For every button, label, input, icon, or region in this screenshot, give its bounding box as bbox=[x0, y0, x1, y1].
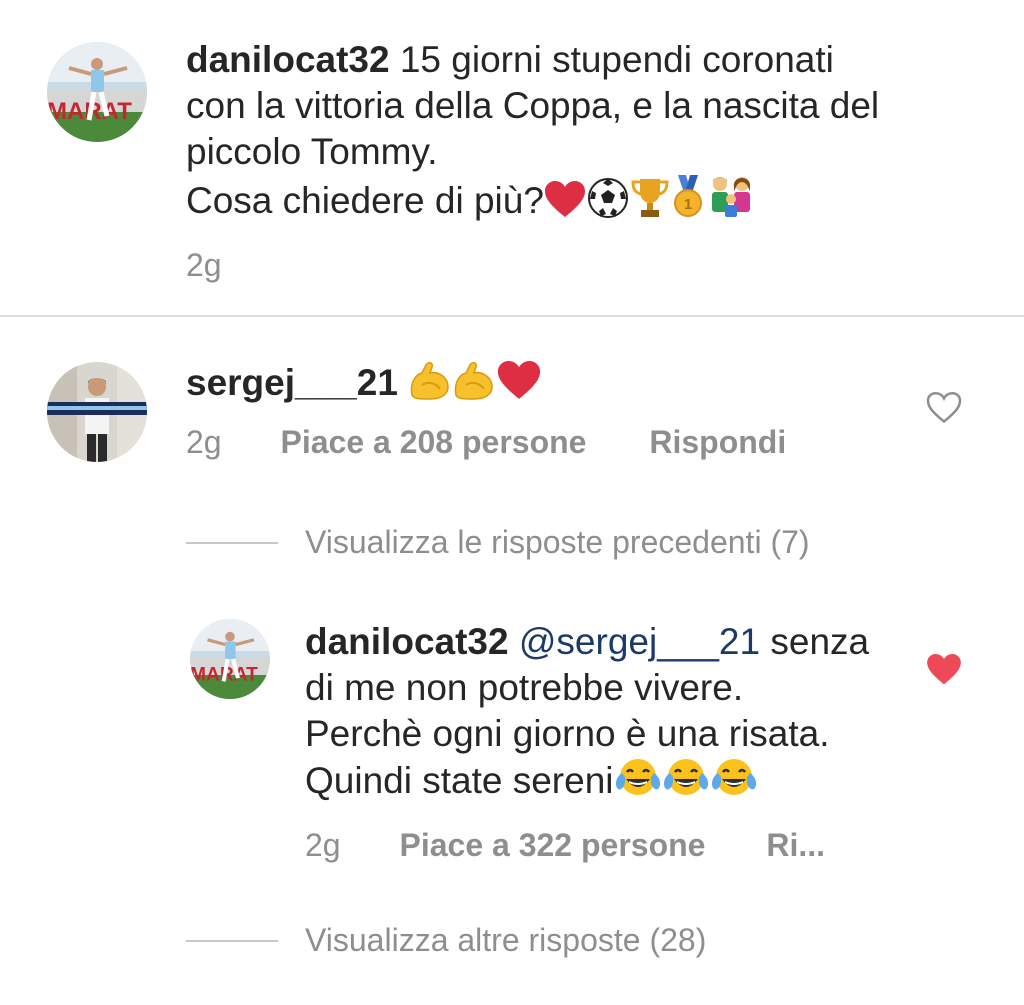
reply-text-line-2: di me non potrebbe vivere. bbox=[305, 667, 744, 708]
thread-line bbox=[186, 940, 278, 942]
reply-text-line-1: senza bbox=[760, 621, 870, 662]
trophy-emoji-icon bbox=[630, 177, 670, 230]
like-heart-icon[interactable] bbox=[926, 391, 962, 429]
mention-link[interactable]: @sergej___21 bbox=[519, 621, 760, 662]
reply-meta: 2g Piace a 322 persone Ri... bbox=[305, 825, 825, 865]
view-previous-replies-link[interactable]: Visualizza le risposte precedenti (7) bbox=[305, 522, 810, 562]
comment-timestamp: 2g bbox=[186, 424, 222, 460]
comment-username[interactable]: sergej___21 bbox=[186, 362, 398, 403]
comment-meta: 2g Piace a 208 persone Rispondi bbox=[186, 422, 786, 462]
caption-timestamp: 2g bbox=[186, 247, 222, 283]
liked-heart-icon[interactable] bbox=[926, 654, 962, 691]
caption-divider bbox=[0, 315, 1024, 317]
caption-text-line-1: 15 giorni stupendi coronati bbox=[389, 39, 834, 80]
tears-of-joy-emoji-icon bbox=[710, 757, 758, 810]
tears-of-joy-emoji-icon bbox=[662, 757, 710, 810]
caption-text-line-4: Cosa chiedere di più? bbox=[186, 180, 544, 221]
comment-text: sergej___21 bbox=[186, 360, 906, 412]
soccer-ball-emoji-icon bbox=[586, 177, 630, 230]
avatar[interactable]: MARAT bbox=[190, 619, 270, 699]
thread-line bbox=[186, 542, 278, 544]
heart-emoji-icon bbox=[496, 361, 542, 412]
caption-username[interactable]: danilocat32 bbox=[186, 39, 390, 80]
reply-likes-link[interactable]: Piace a 322 persone bbox=[399, 827, 705, 863]
reply-button[interactable]: Ri... bbox=[766, 827, 825, 863]
reply-text-line-3: Perchè ogni giorno è una risata. bbox=[305, 713, 830, 754]
view-more-replies-link[interactable]: Visualizza altre risposte (28) bbox=[305, 920, 706, 960]
caption-text-line-2: con la vittoria della Coppa, e la nascit… bbox=[186, 85, 880, 126]
flexed-biceps-emoji-icon bbox=[452, 361, 496, 412]
avatar[interactable] bbox=[47, 362, 147, 462]
comment-likes-link[interactable]: Piace a 208 persone bbox=[280, 424, 586, 460]
tears-of-joy-emoji-icon bbox=[614, 757, 662, 810]
heart-emoji-icon bbox=[544, 181, 586, 230]
reply-button[interactable]: Rispondi bbox=[649, 424, 786, 460]
svg-text:1: 1 bbox=[684, 196, 692, 213]
reply-username[interactable]: danilocat32 bbox=[305, 621, 509, 662]
reply-text: danilocat32 @sergej___21 senza di me non… bbox=[305, 619, 905, 810]
family-emoji-icon bbox=[706, 175, 756, 230]
caption-text-line-3: piccolo Tommy. bbox=[186, 131, 438, 172]
reply-text-line-4: Quindi state sereni bbox=[305, 760, 614, 801]
medal-emoji-icon: 1 bbox=[670, 175, 706, 230]
reply-timestamp: 2g bbox=[305, 827, 341, 863]
avatar[interactable]: MARAT bbox=[47, 42, 147, 142]
caption-text: danilocat32 15 giorni stupendi coronati … bbox=[186, 37, 986, 230]
flexed-biceps-emoji-icon bbox=[408, 361, 452, 412]
